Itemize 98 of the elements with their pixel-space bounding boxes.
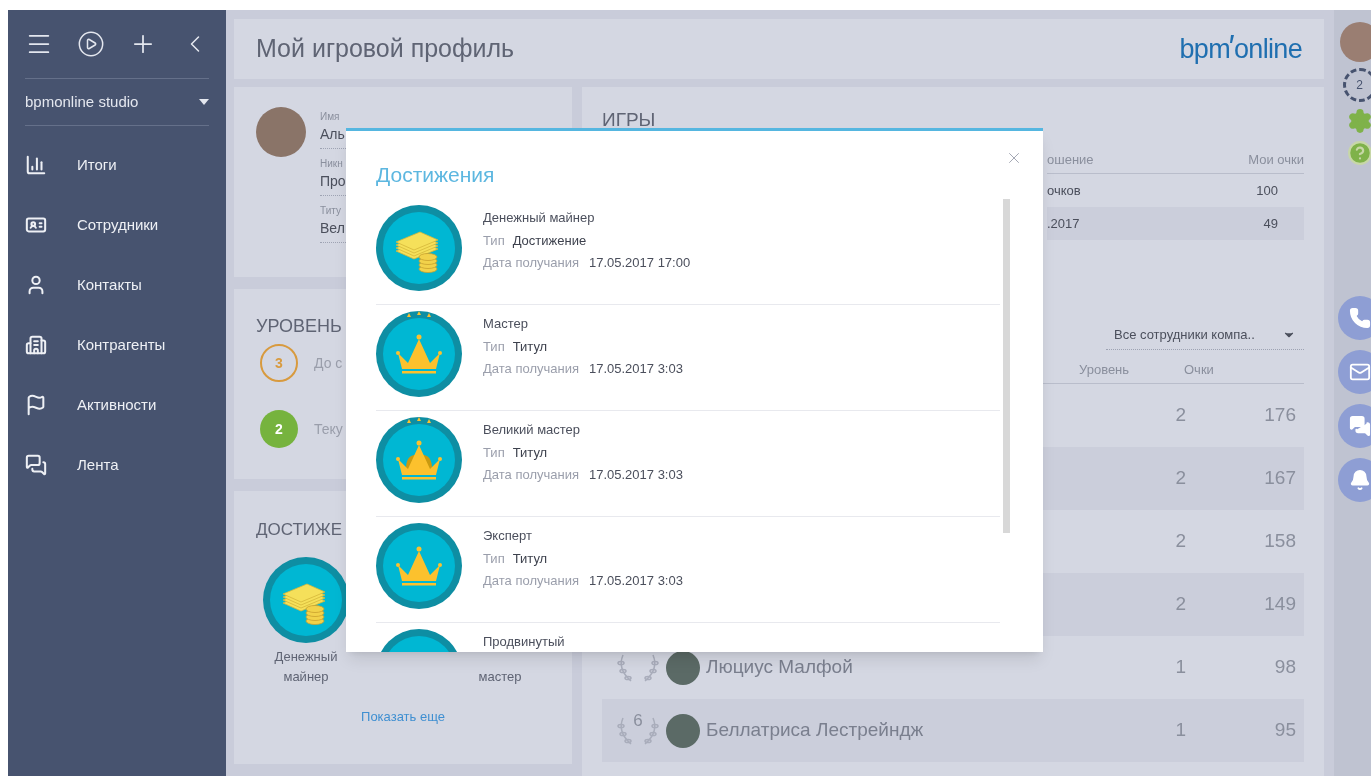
bell-button[interactable] bbox=[1337, 458, 1371, 502]
date-label: Дата получания bbox=[483, 571, 579, 590]
chat-icon bbox=[1348, 415, 1371, 437]
section-title: ИГРЫ bbox=[602, 109, 657, 131]
type-value: Титул bbox=[512, 338, 548, 356]
level-text: До с bbox=[314, 353, 343, 373]
type-label: Тип bbox=[483, 444, 505, 462]
achievement-title: Продвинутый bbox=[483, 632, 565, 651]
level-number: 2 bbox=[260, 410, 298, 448]
workspace-selector[interactable]: bpmonline studio bbox=[25, 90, 139, 114]
crown-medal-icon bbox=[376, 416, 462, 503]
points-value: 176 bbox=[1263, 403, 1296, 428]
table-cell-text: .2017 bbox=[1047, 214, 1080, 233]
column-header: Очки bbox=[1184, 360, 1214, 379]
dialog-title: Достижения bbox=[376, 162, 495, 188]
achievement-title: Великий мастер bbox=[483, 420, 582, 439]
table-cell-text: очков bbox=[1047, 181, 1081, 200]
nav-item[interactable]: Лента bbox=[77, 453, 119, 477]
help-icon[interactable] bbox=[1346, 140, 1371, 166]
date-value: 17.05.2017 17:00 bbox=[588, 253, 691, 272]
field-value: Аль bbox=[320, 125, 346, 144]
player-name: Люциус Малфой bbox=[706, 655, 853, 680]
column-header: ошение bbox=[1047, 150, 1094, 169]
mail-button[interactable] bbox=[1337, 350, 1371, 394]
level-value: 2 bbox=[1174, 529, 1186, 554]
achievement-title: Мастер bbox=[483, 314, 529, 333]
section-title: ДОСТИЖЕ bbox=[256, 519, 343, 541]
money-medal-icon bbox=[376, 204, 462, 291]
level-value: 1 bbox=[1174, 655, 1186, 680]
column-header: Уровень bbox=[1079, 360, 1131, 379]
level-value: 2 bbox=[1174, 466, 1186, 491]
play-icon[interactable] bbox=[77, 30, 105, 58]
player-name: Беллатриса Лестрейндж bbox=[706, 718, 924, 743]
settings-icon[interactable] bbox=[1346, 108, 1371, 134]
mail-icon bbox=[1348, 361, 1371, 383]
nav-item[interactable]: Контрагенты bbox=[77, 333, 166, 357]
field-label: Имя bbox=[320, 110, 341, 124]
avatar bbox=[256, 107, 306, 157]
money-medal-icon bbox=[263, 556, 349, 643]
chart-icon bbox=[25, 154, 47, 176]
level-value: 1 bbox=[1174, 718, 1186, 743]
brand-logo: bpm online bbox=[1179, 32, 1302, 66]
date-label: Дата получания bbox=[483, 253, 579, 272]
table-cell-text: 49 bbox=[1263, 214, 1278, 233]
scrollbar-thumb[interactable] bbox=[1003, 198, 1010, 533]
type-label: Тип bbox=[483, 232, 505, 250]
type-value: Достижение bbox=[512, 232, 587, 250]
achievement-title: Денежный майнер bbox=[483, 208, 596, 227]
points-value: 149 bbox=[1263, 592, 1296, 617]
section-title: УРОВЕНЬ bbox=[256, 315, 342, 338]
date-label: Дата получания bbox=[483, 359, 579, 378]
date-value: 17.05.2017 3:03 bbox=[588, 465, 683, 484]
user-avatar[interactable] bbox=[1339, 22, 1371, 62]
level-value: 2 bbox=[1174, 592, 1186, 617]
points-value: 158 bbox=[1263, 529, 1296, 554]
type-label: Тип bbox=[483, 550, 505, 568]
chat-icon bbox=[25, 454, 47, 476]
phone-icon bbox=[1348, 307, 1371, 329]
type-value: Титул bbox=[512, 550, 548, 568]
points-value: 167 bbox=[1263, 466, 1296, 491]
column-header: Мои очки bbox=[1248, 150, 1304, 169]
avatar bbox=[666, 650, 700, 685]
nav-item[interactable]: Сотрудники bbox=[77, 213, 159, 237]
badge-label: Денежный майнер bbox=[273, 647, 339, 686]
logo-mark-icon bbox=[1230, 34, 1234, 43]
nav-item[interactable]: Итоги bbox=[77, 153, 117, 177]
table-cell-text: 100 bbox=[1256, 181, 1278, 200]
field-value: Вел bbox=[320, 219, 346, 238]
date-value: 17.05.2017 3:03 bbox=[588, 359, 683, 378]
building-icon bbox=[25, 334, 47, 356]
bell-icon bbox=[1348, 469, 1371, 491]
crown-medal-icon bbox=[376, 310, 462, 397]
field-label: Никн bbox=[320, 157, 344, 171]
avatar bbox=[666, 713, 700, 748]
achievement-title: Эксперт bbox=[483, 526, 533, 545]
notification-badge[interactable]: 2 bbox=[1342, 68, 1371, 102]
points-value: 98 bbox=[1273, 655, 1296, 680]
dropdown-caret-icon[interactable] bbox=[199, 99, 209, 105]
flag-icon bbox=[25, 394, 47, 416]
level-value: 2 bbox=[1174, 403, 1186, 428]
page-title: Мой игровой профиль bbox=[256, 33, 515, 65]
chat-button[interactable] bbox=[1337, 404, 1371, 448]
date-label: Дата получания bbox=[483, 465, 579, 484]
type-label: Тип bbox=[483, 338, 505, 356]
phone-button[interactable] bbox=[1337, 296, 1371, 340]
date-value: 17.05.2017 3:03 bbox=[588, 571, 683, 590]
badge-label: мастер bbox=[477, 667, 523, 686]
field-label: Титу bbox=[320, 204, 342, 218]
points-value: 95 bbox=[1273, 718, 1296, 743]
filter-dropdown[interactable]: Все сотрудники компа.. bbox=[1106, 320, 1304, 350]
level-number: 3 bbox=[260, 344, 298, 382]
rank-number: 6 bbox=[633, 709, 643, 732]
nav-item[interactable]: Активности bbox=[77, 393, 157, 417]
nav-item[interactable]: Контакты bbox=[77, 273, 142, 297]
type-value: Титул bbox=[512, 444, 548, 462]
crown-medal-icon bbox=[376, 522, 462, 609]
field-value: Про bbox=[320, 172, 347, 191]
level-text: Теку bbox=[314, 419, 343, 439]
